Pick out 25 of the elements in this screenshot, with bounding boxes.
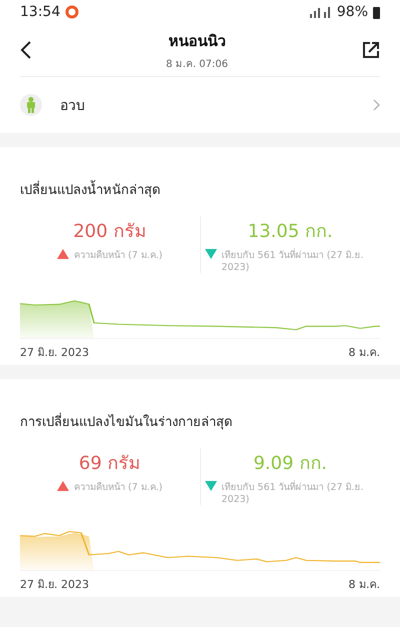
signal-icon: [308, 6, 332, 18]
axis-label: 8 ม.ค.: [348, 577, 380, 593]
axis-label: 8 ม.ค.: [348, 345, 380, 361]
stat-value: 9.09 กก.: [253, 452, 328, 476]
stat-value: 13.05 กก.: [248, 220, 333, 244]
back-icon[interactable]: [20, 40, 32, 60]
stat-value: 69 กรัม: [78, 452, 141, 476]
sync-icon: [65, 5, 80, 19]
battery-percent: 98%: [336, 4, 368, 20]
axis-label: 27 มิ.ย. 2023: [20, 345, 89, 361]
share-icon[interactable]: [362, 41, 380, 59]
body-type-label: อวบ: [60, 97, 86, 116]
stat-value: 200 กรัม: [73, 220, 146, 244]
page-subtitle: 8 ม.ค. 07:06: [166, 58, 228, 71]
card-title: การเปลี่ยนแปลงไขมันในร่างกายล่าสุด: [20, 411, 380, 432]
page-title: หนอนนิว: [168, 31, 226, 52]
person-icon: [20, 94, 42, 116]
status-time: 13:54: [20, 4, 60, 20]
axis-label: 27 มิ.ย. 2023: [20, 577, 89, 593]
battery-icon: [373, 6, 380, 18]
stat-note: ความคืบหน้า (7 ม.ค.): [74, 249, 163, 262]
card-title: เปลี่ยนแปลงน้ำหนักล่าสุด: [20, 179, 380, 200]
stat-note: เทียบกับ 561 วันที่ผ่านมา (27 มิ.ย. 2023): [222, 479, 365, 505]
stat-note: ความคืบหน้า (7 ม.ค.): [74, 481, 163, 494]
stat-note: เทียบกับ 561 วันที่ผ่านมา (27 มิ.ย. 2023): [222, 247, 365, 273]
